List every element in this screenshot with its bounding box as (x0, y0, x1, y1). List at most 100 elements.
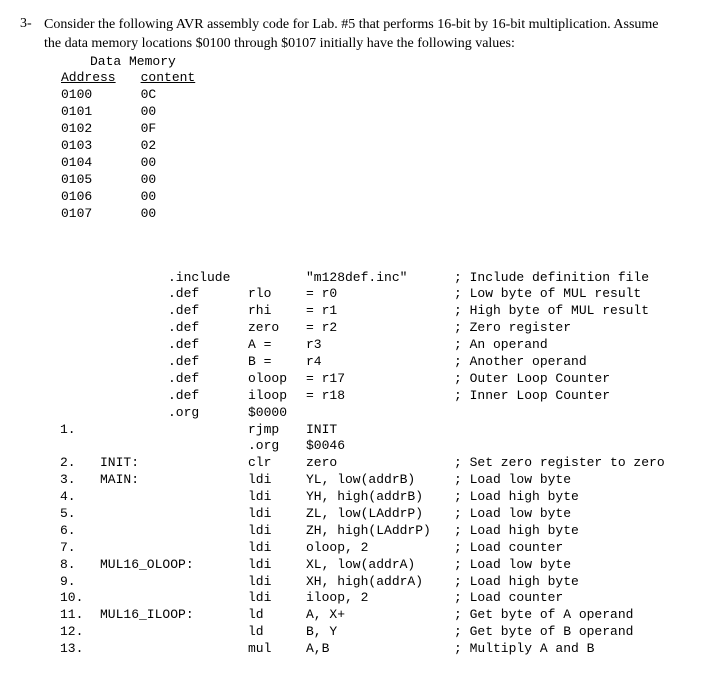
question-line-1: Consider the following AVR assembly code… (44, 17, 659, 32)
code-comment: ; Outer Loop Counter (454, 371, 690, 388)
code-label (100, 523, 168, 540)
code-opcode: rjmp (248, 422, 306, 439)
line-number: 2. (60, 455, 100, 472)
code-label (100, 405, 168, 422)
code-comment (454, 438, 690, 455)
code-operands: ZL, low(LAddrP) (306, 506, 454, 523)
memory-header-address: Address (60, 69, 140, 86)
code-operands: A, X+ (306, 607, 454, 624)
code-operands: YL, low(addrB) (306, 472, 454, 489)
mem-val: 02 (140, 137, 220, 154)
code-opcode: ldi (248, 590, 306, 607)
code-comment: ; High byte of MUL result (454, 303, 690, 320)
code-operands: B, Y (306, 624, 454, 641)
code-directive (168, 506, 248, 523)
line-number: 11. (60, 607, 100, 624)
code-operands: = r18 (306, 388, 454, 405)
code-label (100, 641, 168, 658)
question-line-2: the data memory locations $0100 through … (44, 36, 515, 51)
code-comment: ; Low byte of MUL result (454, 286, 690, 303)
code-directive (168, 574, 248, 591)
code-directive: .def (168, 371, 248, 388)
code-operands: = r0 (306, 286, 454, 303)
code-comment: ; An operand (454, 337, 690, 354)
mem-addr: 0102 (60, 120, 140, 137)
code-comment: ; Include definition file (454, 270, 690, 287)
memory-row: 010500 (60, 171, 219, 188)
line-number: 5. (60, 506, 100, 523)
code-line: 7.ldioloop, 2; Load counter (60, 540, 690, 557)
line-number: 12. (60, 624, 100, 641)
code-opcode: ldi (248, 472, 306, 489)
code-operands: r4 (306, 354, 454, 371)
code-directive (168, 590, 248, 607)
code-label (100, 624, 168, 641)
code-label (100, 540, 168, 557)
mem-addr: 0100 (60, 86, 140, 103)
code-comment: ; Load low byte (454, 506, 690, 523)
question-number: 3- (20, 16, 44, 54)
code-directive (168, 489, 248, 506)
code-line: 12.ldB, Y; Get byte of B operand (60, 624, 690, 641)
code-comment: ; Load low byte (454, 472, 690, 489)
code-line: .defrlo= r0; Low byte of MUL result (60, 286, 690, 303)
code-label (100, 270, 168, 287)
code-opcode: oloop (248, 371, 306, 388)
code-opcode: .org (248, 438, 306, 455)
code-comment: ; Load counter (454, 590, 690, 607)
memory-header-content: content (140, 69, 220, 86)
code-comment: ; Get byte of A operand (454, 607, 690, 624)
mem-addr: 0106 (60, 188, 140, 205)
code-comment: ; Set zero register to zero (454, 455, 690, 472)
code-opcode: ldi (248, 557, 306, 574)
code-comment: ; Load high byte (454, 489, 690, 506)
code-directive (168, 641, 248, 658)
code-opcode: rlo (248, 286, 306, 303)
mem-val: 00 (140, 154, 220, 171)
code-line: .defA =r3; An operand (60, 337, 690, 354)
line-number (60, 388, 100, 405)
code-directive: .def (168, 320, 248, 337)
code-operands: XL, low(addrA) (306, 557, 454, 574)
code-line: .defB =r4; Another operand (60, 354, 690, 371)
memory-row: 01000C (60, 86, 219, 103)
code-line: .include"m128def.inc"; Include definitio… (60, 270, 690, 287)
code-operands: iloop, 2 (306, 590, 454, 607)
line-number: 3. (60, 472, 100, 489)
code-operands: INIT (306, 422, 454, 439)
code-opcode: ldi (248, 574, 306, 591)
code-line: 5.ldiZL, low(LAddrP); Load low byte (60, 506, 690, 523)
code-directive: .def (168, 286, 248, 303)
code-operands: "m128def.inc" (306, 270, 454, 287)
code-line: 10. ldiiloop, 2; Load counter (60, 590, 690, 607)
mem-addr: 0105 (60, 171, 140, 188)
mem-val: 00 (140, 188, 220, 205)
code-label (100, 337, 168, 354)
code-comment (454, 405, 690, 422)
code-directive: .def (168, 337, 248, 354)
data-memory-heading: Data Memory (90, 54, 690, 69)
line-number (60, 438, 100, 455)
code-comment: ; Zero register (454, 320, 690, 337)
line-number (60, 286, 100, 303)
line-number: 13. (60, 641, 100, 658)
code-operands: ZH, high(LAddrP) (306, 523, 454, 540)
code-operands: = r17 (306, 371, 454, 388)
mem-val: 0C (140, 86, 220, 103)
code-label (100, 354, 168, 371)
code-operands: oloop, 2 (306, 540, 454, 557)
line-number: 10. (60, 590, 100, 607)
code-opcode: iloop (248, 388, 306, 405)
code-opcode (248, 270, 306, 287)
code-directive (168, 540, 248, 557)
code-operands: XH, high(addrA) (306, 574, 454, 591)
code-directive: .org (168, 405, 248, 422)
code-label: INIT: (100, 455, 168, 472)
code-opcode: zero (248, 320, 306, 337)
code-opcode: ld (248, 607, 306, 624)
code-label (100, 506, 168, 523)
code-comment (454, 422, 690, 439)
line-number (60, 303, 100, 320)
code-line: .defzero= r2; Zero register (60, 320, 690, 337)
code-comment: ; Load low byte (454, 557, 690, 574)
